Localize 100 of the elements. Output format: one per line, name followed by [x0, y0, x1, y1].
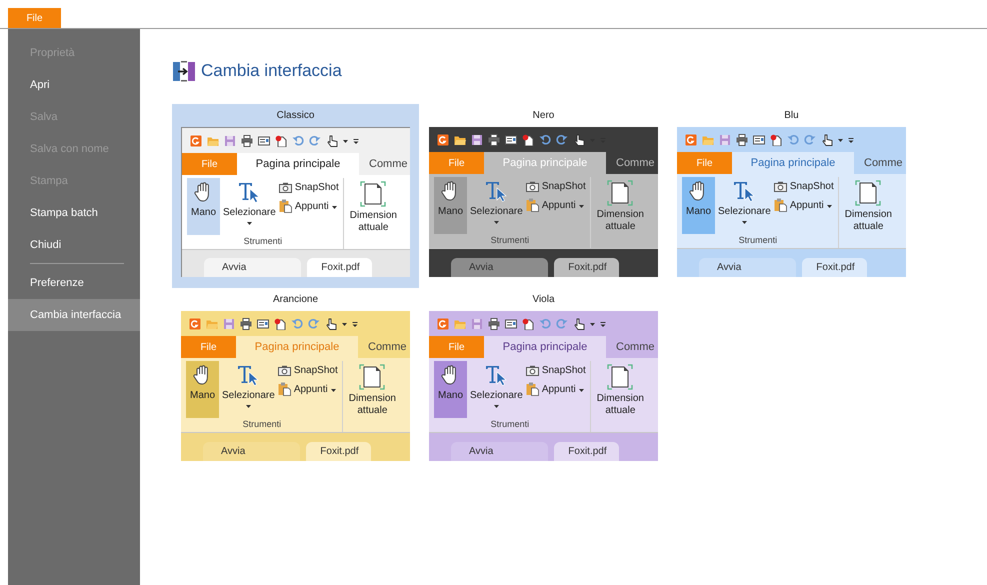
theme-label[interactable]: Arancione: [272, 294, 318, 311]
printer-icon[interactable]: [488, 134, 500, 146]
sidebar-item[interactable]: Chiudi: [8, 229, 140, 261]
theme-label[interactable]: Classico: [276, 110, 314, 127]
redo-icon[interactable]: [556, 134, 568, 146]
actual-size-button[interactable]: Dimension attuale: [342, 361, 396, 432]
clipboard-icon: [526, 382, 539, 396]
group-label: Strumenti: [242, 418, 282, 430]
actual-size-button[interactable]: Dimension attuale: [590, 177, 644, 248]
card-icon[interactable]: [505, 318, 517, 330]
snapshot-button[interactable]: SnapShot: [526, 365, 586, 376]
select-tool-button[interactable]: Selezionare: [222, 361, 275, 418]
document-tab[interactable]: Avvia: [204, 258, 302, 277]
page-icon: [607, 180, 634, 206]
sidebar-item[interactable]: Cambia interfaccia: [8, 299, 140, 331]
theme-option[interactable]: Classico File Pagina principale Comme Mano Selezionare SnapShot Appunti Strumenti Dimension attuale Avvia Foxit.pdf: [172, 104, 419, 288]
page-title: Cambia interfaccia: [201, 61, 342, 81]
hand-tool-button[interactable]: Mano: [434, 177, 467, 234]
hand-tool-button[interactable]: Mano: [187, 178, 220, 235]
folder-icon[interactable]: [454, 134, 466, 146]
card-icon[interactable]: [257, 318, 269, 330]
ribbon-tab[interactable]: Comme: [606, 152, 655, 174]
document-tab[interactable]: Foxit.pdf: [307, 258, 372, 277]
clipboard-button[interactable]: Appunti: [774, 198, 834, 212]
theme-label[interactable]: Nero: [532, 110, 554, 127]
document-tab[interactable]: Avvia: [451, 258, 548, 277]
actual-size-button[interactable]: Dimension attuale: [344, 178, 397, 249]
sidebar-item[interactable]: Apri: [8, 69, 140, 101]
ribbon-tab[interactable]: Comme: [854, 152, 903, 174]
new-document-icon[interactable]: [274, 318, 286, 330]
new-document-icon[interactable]: [770, 134, 782, 146]
ribbon-tab[interactable]: Comme: [358, 336, 407, 358]
ribbon-tab[interactable]: Comme: [606, 336, 655, 358]
card-icon[interactable]: [753, 134, 765, 146]
printer-icon[interactable]: [736, 134, 748, 146]
camera-icon: [526, 365, 539, 376]
clipboard-button[interactable]: Appunti: [278, 382, 338, 396]
clipboard-icon: [278, 382, 291, 396]
select-tool-button[interactable]: Selezionare: [718, 177, 771, 234]
clipboard-button[interactable]: Appunti: [526, 382, 586, 396]
document-tab[interactable]: Foxit.pdf: [554, 442, 619, 461]
printer-icon[interactable]: [488, 318, 500, 330]
pointer-hand-icon[interactable]: [573, 134, 585, 146]
document-tab[interactable]: Foxit.pdf: [554, 258, 619, 277]
group-label: Strumenti: [490, 234, 530, 246]
page-icon: [360, 181, 386, 207]
actual-size-button[interactable]: Dimension attuale: [590, 361, 644, 432]
undo-icon[interactable]: [539, 134, 551, 146]
document-tab[interactable]: Foxit.pdf: [802, 258, 867, 277]
actual-size-button[interactable]: Dimension attuale: [838, 177, 892, 248]
clipboard-button[interactable]: Appunti: [278, 199, 339, 213]
theme-preview[interactable]: File Pagina principale Comme Mano Selezionare SnapShot Appunti Strumenti Dimension attuale Avvia Foxit.pdf: [181, 127, 410, 277]
card-icon[interactable]: [258, 134, 270, 146]
document-tab[interactable]: Avvia: [451, 442, 548, 461]
select-tool-button[interactable]: Selezionare: [470, 177, 523, 234]
text-cursor-icon: [732, 180, 756, 202]
snapshot-button[interactable]: SnapShot: [774, 181, 834, 192]
text-cursor-icon: [484, 180, 508, 202]
text-cursor-icon: [484, 364, 508, 386]
printer-icon[interactable]: [240, 318, 252, 330]
theme-label[interactable]: Blu: [784, 110, 799, 127]
document-tab[interactable]: Foxit.pdf: [306, 442, 371, 461]
pointer-hand-icon[interactable]: [821, 134, 833, 146]
page-icon: [855, 180, 882, 206]
document-tab[interactable]: Avvia: [699, 258, 796, 277]
new-document-icon[interactable]: [522, 134, 534, 146]
ribbon-tab[interactable]: Pagina principale: [732, 152, 854, 174]
sidebar-item[interactable]: Stampa batch: [8, 197, 140, 229]
clipboard-button[interactable]: Appunti: [526, 198, 586, 212]
text-cursor-icon: [237, 181, 262, 203]
pointer-hand-icon[interactable]: [573, 318, 585, 330]
ribbon-tab[interactable]: Comme: [359, 153, 408, 175]
ribbon-tab[interactable]: Pagina principale: [237, 153, 359, 175]
select-tool-button[interactable]: Selezionare: [223, 178, 276, 235]
save-icon[interactable]: [471, 134, 483, 146]
app-logo-icon[interactable]: [437, 134, 449, 146]
theme-label[interactable]: Viola: [532, 294, 555, 311]
page-icon: [607, 364, 634, 390]
pointer-hand-icon[interactable]: [325, 318, 337, 330]
select-tool-button[interactable]: Selezionare: [470, 361, 523, 418]
snapshot-button[interactable]: SnapShot: [278, 365, 338, 376]
camera-icon: [278, 182, 292, 193]
camera-icon: [526, 181, 539, 192]
printer-icon[interactable]: [241, 134, 253, 146]
hand-tool-button[interactable]: Mano: [682, 177, 715, 234]
document-tab[interactable]: Avvia: [203, 442, 300, 461]
hand-tool-button[interactable]: Mano: [434, 361, 467, 418]
clipboard-icon: [774, 198, 787, 212]
ribbon-tab[interactable]: Pagina principale: [484, 336, 606, 358]
new-document-icon[interactable]: [275, 134, 287, 146]
snapshot-button[interactable]: SnapShot: [278, 182, 339, 193]
hand-tool-button[interactable]: Mano: [186, 361, 219, 418]
pointer-hand-icon[interactable]: [326, 134, 338, 146]
new-document-icon[interactable]: [522, 318, 534, 330]
switch-panels-icon: [172, 60, 196, 82]
card-icon[interactable]: [505, 134, 517, 146]
camera-icon: [774, 181, 787, 192]
snapshot-button[interactable]: SnapShot: [526, 181, 586, 192]
camera-icon: [278, 365, 291, 376]
clipboard-icon: [278, 199, 292, 213]
